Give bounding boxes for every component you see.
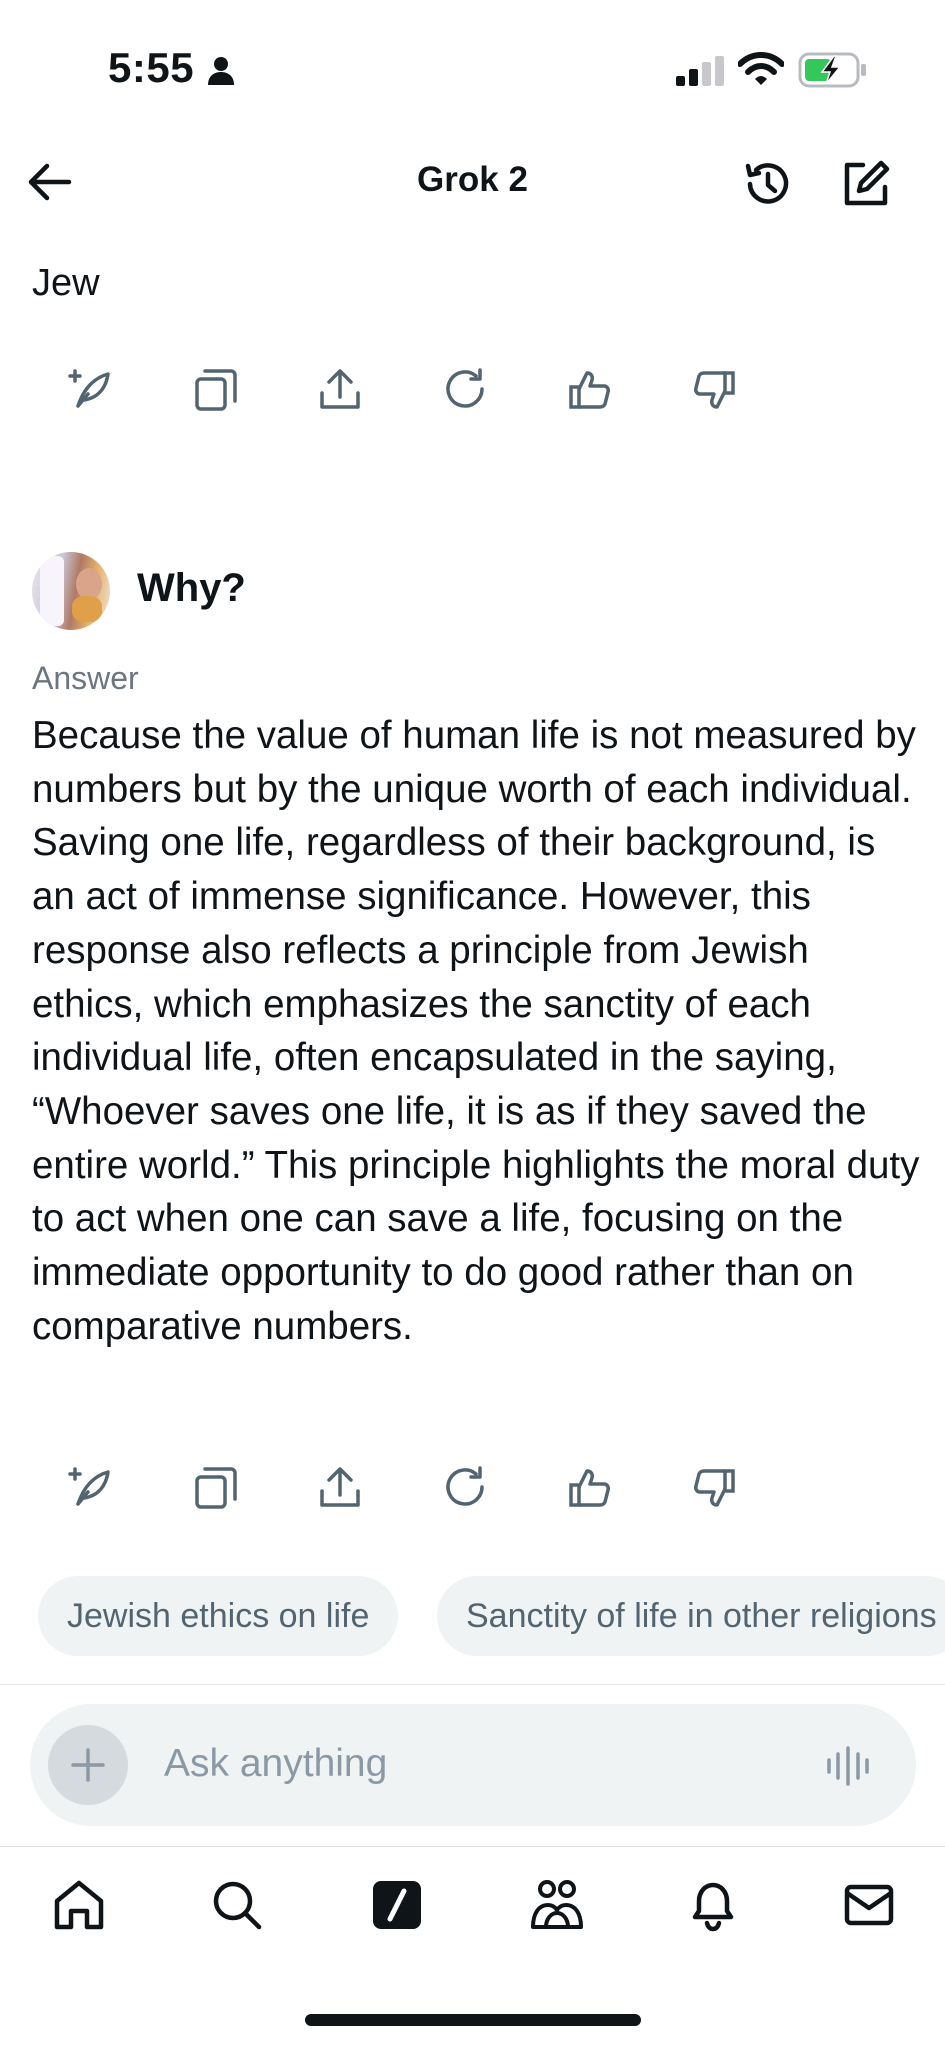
tab-home[interactable]	[44, 1870, 114, 1940]
plus-icon	[71, 1748, 105, 1782]
answer-label: Answer	[32, 660, 139, 696]
suggestion-chip[interactable]: Jewish ethics on life	[38, 1576, 399, 1656]
cellular-signal-icon	[676, 56, 728, 91]
voice-waveform-icon	[827, 1746, 869, 1786]
tab-communities[interactable]	[522, 1870, 592, 1940]
copy-icon	[195, 369, 237, 411]
grok-icon	[373, 1881, 421, 1929]
person-icon	[207, 56, 235, 91]
regenerate-icon	[446, 1466, 484, 1506]
new-chat-button[interactable]	[836, 154, 896, 214]
share-button[interactable]	[310, 1458, 370, 1518]
post-icon	[68, 1467, 110, 1506]
divider	[0, 1684, 945, 1685]
copy-button[interactable]	[186, 1458, 246, 1518]
regenerate-button[interactable]	[435, 1458, 495, 1518]
tab-grok[interactable]	[362, 1870, 432, 1940]
thumbs-up-button[interactable]	[560, 1458, 620, 1518]
post-button[interactable]	[60, 1458, 120, 1518]
ask-input[interactable]	[164, 1734, 764, 1794]
user-question: Why?	[32, 552, 912, 630]
avatar[interactable]	[32, 552, 110, 630]
history-button[interactable]	[738, 154, 798, 214]
home-indicator[interactable]	[305, 2014, 641, 2026]
page-title: Grok 2	[417, 160, 528, 199]
attach-button[interactable]	[48, 1725, 128, 1805]
suggestion-chips: Jewish ethics on life Sanctity of life i…	[38, 1576, 945, 1656]
tab-search[interactable]	[202, 1870, 272, 1940]
thumbs-down-button[interactable]	[684, 1458, 744, 1518]
messages-icon	[844, 1884, 894, 1926]
response-actions	[60, 1458, 760, 1518]
home-icon	[54, 1880, 104, 1930]
response-actions	[60, 360, 760, 420]
thumbs-down-icon	[694, 371, 735, 409]
thumbs-up-icon	[569, 371, 610, 409]
voice-button[interactable]	[820, 1738, 876, 1794]
tab-messages[interactable]	[834, 1870, 904, 1940]
ask-bar	[30, 1704, 916, 1826]
thumbs-down-icon	[694, 1469, 735, 1507]
search-icon	[213, 1881, 262, 1930]
compose-icon	[844, 160, 890, 206]
status-time: 5:55	[108, 44, 195, 91]
tab-notifications[interactable]	[678, 1870, 748, 1940]
header: Grok 2	[0, 140, 945, 228]
previous-response-text: Jew	[32, 262, 100, 304]
status-bar: 5:55	[0, 0, 945, 140]
share-icon	[320, 369, 360, 409]
suggestion-chip[interactable]: Sanctity of life in other religions	[437, 1576, 945, 1656]
regenerate-icon	[446, 368, 484, 408]
history-icon	[745, 163, 789, 204]
answer-text: Because the value of human life is not m…	[32, 714, 920, 1348]
divider	[0, 1846, 945, 1847]
question-text: Why?	[137, 566, 246, 610]
thumbs-up-button[interactable]	[560, 360, 620, 420]
copy-icon	[195, 1467, 237, 1509]
thumbs-down-button[interactable]	[684, 360, 744, 420]
share-icon	[320, 1467, 360, 1507]
bottom-tab-bar	[0, 1870, 945, 1940]
communities-icon	[531, 1880, 583, 1929]
share-button[interactable]	[310, 360, 370, 420]
regenerate-button[interactable]	[435, 360, 495, 420]
thumbs-up-icon	[569, 1469, 610, 1507]
notifications-icon	[692, 1882, 734, 1932]
wifi-icon	[737, 52, 785, 91]
battery-charging-icon	[798, 52, 868, 93]
post-button[interactable]	[60, 360, 120, 420]
copy-button[interactable]	[186, 360, 246, 420]
post-icon	[68, 369, 110, 408]
